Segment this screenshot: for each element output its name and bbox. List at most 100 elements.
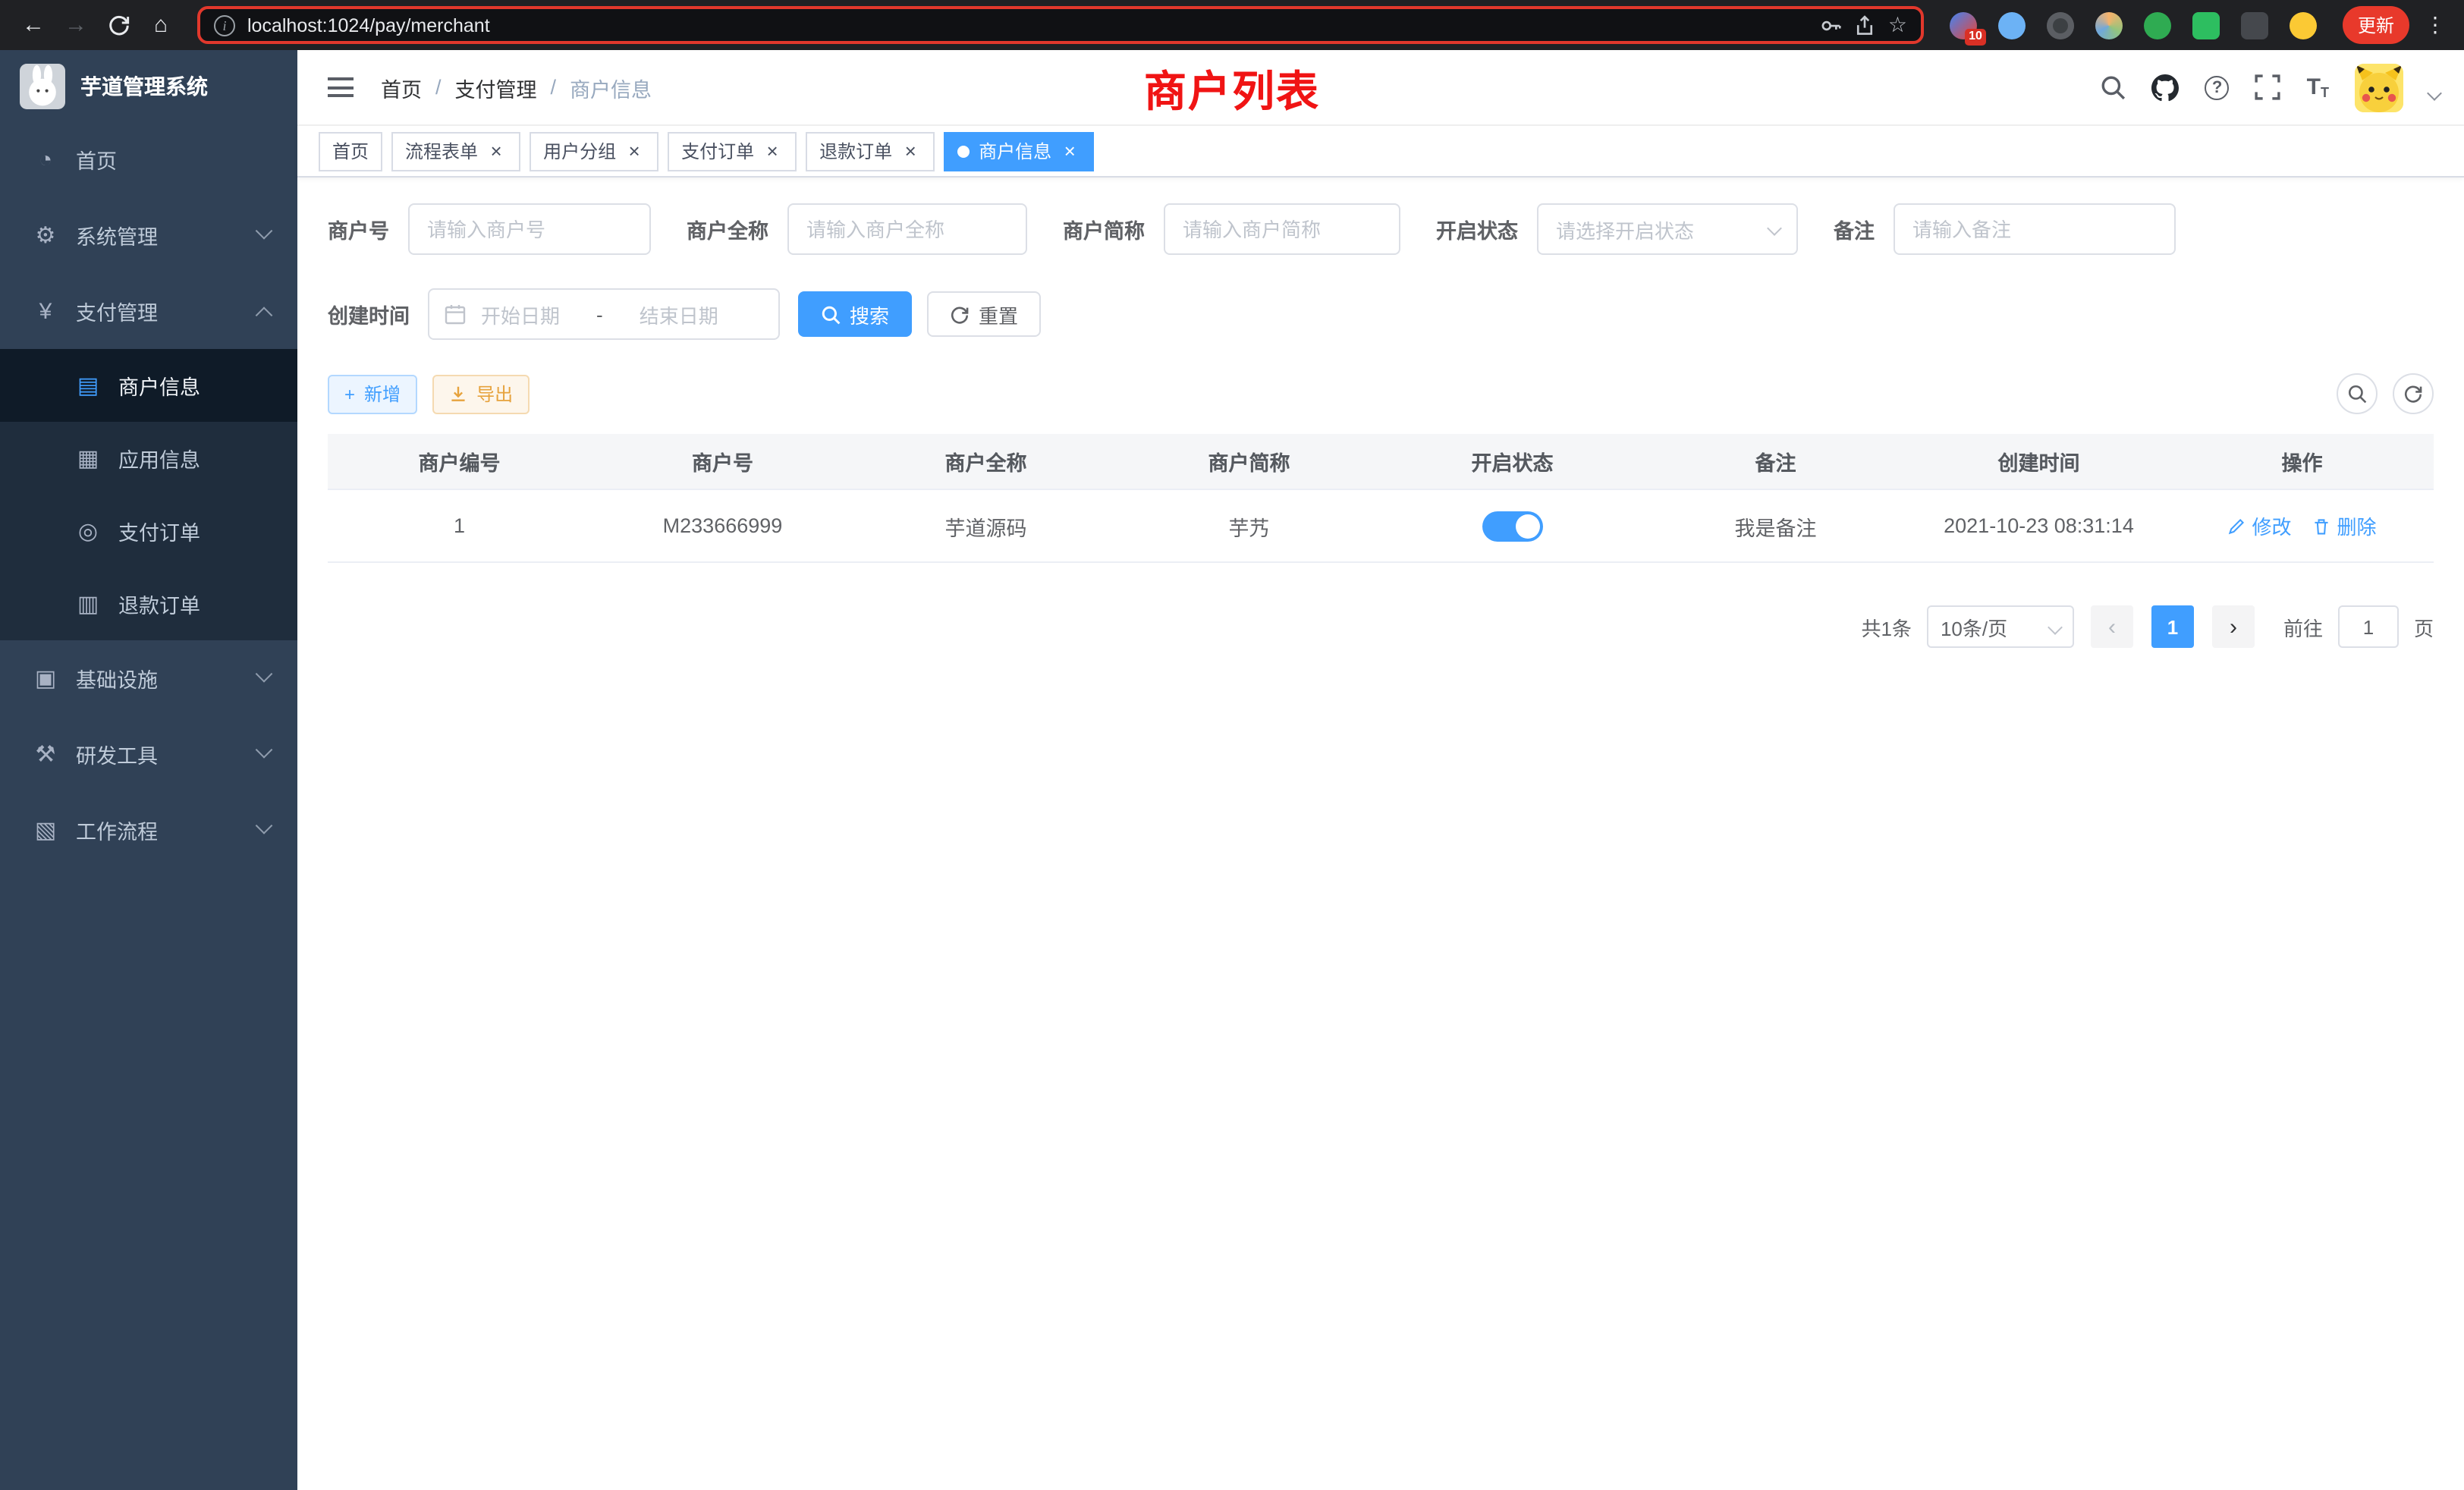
font-size-icon[interactable]: TT [2307, 74, 2329, 100]
close-icon[interactable]: × [624, 140, 645, 162]
page-size-select[interactable]: 10条/页 [1927, 605, 2074, 648]
close-icon[interactable]: × [900, 140, 921, 162]
table-row: 1 M233666999 芋道源码 芋艿 我是备注 2021-10-23 08:… [328, 490, 2434, 563]
close-icon[interactable]: × [1059, 140, 1080, 162]
column-header: 商户简称 [1117, 446, 1381, 476]
extension-icon-6[interactable] [2192, 11, 2220, 39]
extension-icon-8[interactable] [2290, 11, 2317, 39]
sidebar-item-refund-order[interactable]: ▥ 退款订单 [0, 567, 297, 640]
remark-label: 备注 [1834, 214, 1875, 244]
sidebar-item-label: 应用信息 [118, 443, 200, 473]
plus-icon: + [344, 383, 355, 404]
sidebar: 芋道管理系统 ◔ 首页 ⚙ 系统管理 ¥ 支付管理 ▤ 商户信息 [0, 50, 297, 1490]
sidebar-item-infrastructure[interactable]: ▣ 基础设施 [0, 640, 297, 716]
home-icon[interactable]: ⌂ [143, 7, 179, 43]
forward-icon[interactable]: → [58, 7, 94, 43]
reset-button[interactable]: 重置 [927, 291, 1041, 337]
user-avatar[interactable] [2355, 63, 2403, 112]
url-bar[interactable]: i localhost:1024/pay/merchant ☆ [197, 6, 1924, 44]
tab-merchant-info[interactable]: 商户信息 × [944, 131, 1094, 171]
breadcrumb-home[interactable]: 首页 [381, 72, 422, 102]
breadcrumb-payment[interactable]: 支付管理 [455, 72, 537, 102]
hamburger-icon[interactable] [322, 71, 360, 103]
filter-create-time: 创建时间 开始日期 - 结束日期 [328, 288, 780, 340]
extension-icon-2[interactable] [1998, 11, 2026, 39]
password-key-icon[interactable] [1820, 14, 1843, 36]
sidebar-item-label: 商户信息 [118, 370, 200, 401]
info-icon[interactable]: i [214, 14, 235, 36]
tab-home[interactable]: 首页 [319, 131, 382, 171]
edit-link[interactable]: 修改 [2227, 511, 2291, 540]
close-icon[interactable]: × [762, 140, 783, 162]
chevron-down-icon [256, 741, 273, 759]
extension-icon-4[interactable] [2095, 11, 2123, 39]
tab-refund-order[interactable]: 退款订单 × [806, 131, 935, 171]
goto-page-input[interactable] [2338, 605, 2399, 648]
app-logo: 芋道管理系统 [0, 50, 297, 121]
share-icon[interactable] [1855, 14, 1876, 36]
help-icon[interactable]: ? [2205, 75, 2230, 99]
extension-icon-7[interactable] [2241, 11, 2268, 39]
app-title: 芋道管理系统 [80, 71, 208, 101]
end-date-placeholder: 结束日期 [640, 300, 718, 328]
close-icon[interactable]: × [486, 140, 507, 162]
sidebar-item-app-info[interactable]: ▦ 应用信息 [0, 422, 297, 495]
bookmark-star-icon[interactable]: ☆ [1888, 12, 1907, 38]
search-button[interactable]: 搜索 [798, 291, 912, 337]
sidebar-item-payment[interactable]: ¥ 支付管理 [0, 273, 297, 349]
extension-icon-5[interactable] [2144, 11, 2171, 39]
refresh-icon[interactable] [100, 7, 137, 43]
breadcrumb-separator: / [551, 76, 557, 99]
back-icon[interactable]: ← [15, 7, 52, 43]
merchant-no-input[interactable] [407, 203, 650, 255]
tab-label: 用户分组 [543, 138, 616, 164]
sidebar-item-system[interactable]: ⚙ 系统管理 [0, 197, 297, 273]
date-range-picker[interactable]: 开始日期 - 结束日期 [428, 288, 780, 340]
browser-update-button[interactable]: 更新 [2343, 6, 2409, 44]
trash-icon [2313, 517, 2331, 535]
payment-submenu: ▤ 商户信息 ▦ 应用信息 ◎ 支付订单 ▥ 退款订单 [0, 349, 297, 640]
remark-input[interactable] [1893, 203, 2175, 255]
cell-remark: 我是备注 [1644, 511, 1907, 541]
tab-process-form[interactable]: 流程表单 × [391, 131, 520, 171]
delete-link[interactable]: 删除 [2313, 511, 2377, 540]
tabs-bar: 首页 流程表单 × 用户分组 × 支付订单 × 退款订单 × [297, 126, 2464, 178]
status-toggle[interactable] [1482, 511, 1543, 541]
short-name-input[interactable] [1163, 203, 1400, 255]
extension-badge: 10 [1965, 28, 1986, 45]
fullscreen-icon[interactable] [2255, 74, 2281, 100]
full-name-input[interactable] [787, 203, 1026, 255]
breadcrumb: 首页 / 支付管理 / 商户信息 [381, 72, 652, 102]
filter-remark: 备注 [1834, 203, 2175, 255]
extension-icon-1[interactable]: 10 [1950, 11, 1977, 39]
export-button[interactable]: 导出 [432, 374, 530, 413]
page-1-button[interactable]: 1 [2151, 605, 2194, 648]
tab-label: 支付订单 [681, 138, 754, 164]
chevron-down-icon [256, 817, 273, 835]
sidebar-item-workflow[interactable]: ▧ 工作流程 [0, 792, 297, 868]
search-icon[interactable] [2101, 74, 2126, 100]
extension-icon-3[interactable] [2047, 11, 2074, 39]
tab-user-group[interactable]: 用户分组 × [530, 131, 658, 171]
browser-menu-icon[interactable]: ⋮ [2425, 12, 2446, 38]
sidebar-item-label: 首页 [76, 144, 117, 174]
status-select[interactable]: 请选择开启状态 [1536, 203, 1797, 255]
show-search-toggle-button[interactable] [2337, 373, 2378, 414]
tab-pay-order[interactable]: 支付订单 × [668, 131, 797, 171]
add-button[interactable]: + 新增 [328, 374, 417, 413]
search-icon [821, 304, 841, 324]
github-icon[interactable] [2152, 74, 2180, 101]
sidebar-item-dev-tools[interactable]: ⚒ 研发工具 [0, 716, 297, 792]
sidebar-item-pay-order[interactable]: ◎ 支付订单 [0, 495, 297, 567]
sidebar-item-merchant-info[interactable]: ▤ 商户信息 [0, 349, 297, 422]
sidebar-item-home[interactable]: ◔ 首页 [0, 121, 297, 197]
next-page-button[interactable]: › [2212, 605, 2255, 648]
sidebar-item-label: 工作流程 [76, 815, 158, 845]
active-tab-dot [957, 145, 970, 157]
refresh-table-button[interactable] [2393, 373, 2434, 414]
tools-icon: ⚒ [27, 740, 64, 768]
avatar-dropdown-caret-icon[interactable] [2427, 86, 2442, 101]
url-text[interactable]: localhost:1024/pay/merchant [247, 14, 1808, 36]
table-header-row: 商户编号 商户号 商户全称 商户简称 开启状态 备注 创建时间 操作 [328, 434, 2434, 490]
prev-page-button[interactable]: ‹ [2091, 605, 2133, 648]
